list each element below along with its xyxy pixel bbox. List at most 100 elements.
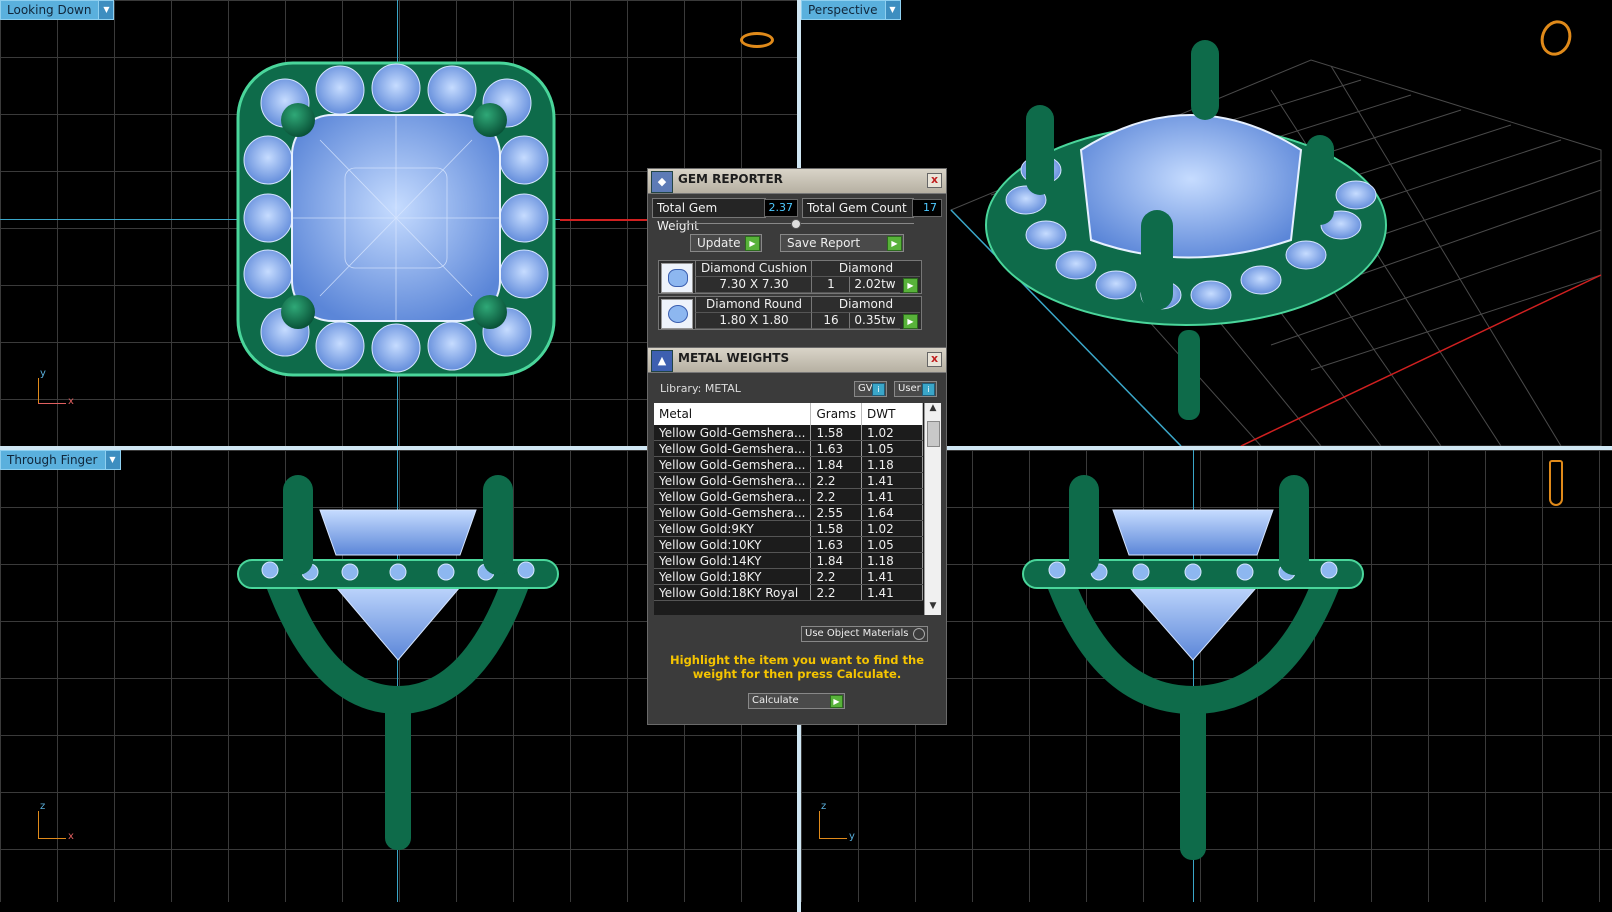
cell-metal: Yellow Gold:18KY — [654, 568, 812, 585]
update-button[interactable]: Update ▶ — [690, 234, 762, 252]
cell-dwt: 1.41 — [861, 488, 923, 505]
cell-grams: 2.55 — [810, 504, 862, 521]
cell-grams: 2.2 — [810, 584, 862, 601]
chevron-down-icon[interactable]: ▼ — [104, 451, 120, 469]
axis-indicator-bottom-left: z x — [34, 801, 84, 845]
play-icon: ▶ — [887, 236, 902, 251]
total-gem-count-label: Total Gem Count — [802, 198, 914, 218]
metal-table-scrollbar[interactable]: ▲ ▼ — [924, 403, 941, 615]
table-row[interactable]: Yellow Gold:18KY 2.2 1.41 — [654, 568, 923, 585]
calculate-label: Calculate — [752, 695, 799, 706]
gem-select-button[interactable]: ▶ — [903, 278, 918, 293]
cell-dwt: 1.18 — [861, 552, 923, 569]
table-row[interactable]: Yellow Gold-Gemshera... 2.2 1.41 — [654, 472, 923, 489]
ring-side-view-icon[interactable] — [1549, 460, 1563, 506]
close-icon[interactable]: x — [927, 173, 942, 188]
cell-dwt: 1.41 — [861, 584, 923, 601]
gv-button[interactable]: GV i — [854, 381, 887, 397]
cell-metal: Yellow Gold:9KY — [654, 520, 812, 537]
cell-grams: 2.2 — [810, 488, 862, 505]
ring-top-view-icon[interactable] — [740, 32, 774, 48]
cell-dwt: 1.64 — [861, 504, 923, 521]
table-row[interactable]: Yellow Gold-Gemshera... 1.58 1.02 — [654, 425, 923, 441]
cell-dwt: 1.02 — [861, 520, 923, 537]
user-button[interactable]: User i — [894, 381, 937, 397]
cell-metal: Yellow Gold:14KY — [654, 552, 812, 569]
table-row[interactable]: Yellow Gold:18KY Royal 2.2 1.41 — [654, 584, 923, 601]
cell-grams: 1.58 — [810, 520, 862, 537]
axis-indicator-top-left: y x — [34, 368, 84, 412]
round-gem-icon — [661, 299, 693, 329]
axis-x-label: x — [68, 396, 74, 407]
cell-dwt: 1.18 — [861, 456, 923, 473]
column-header-metal[interactable]: Metal — [654, 403, 812, 425]
gem-reporter-titlebar[interactable]: ◆ GEM REPORTER x — [648, 169, 946, 194]
cushion-gem-icon — [661, 263, 693, 293]
gem-name: Diamond Round — [695, 297, 812, 313]
gv-label: GV — [858, 383, 873, 394]
scroll-up-icon[interactable]: ▲ — [925, 403, 941, 417]
scroll-down-icon[interactable]: ▼ — [925, 601, 941, 615]
cell-metal: Yellow Gold-Gemshera... — [654, 425, 812, 441]
cell-grams: 1.84 — [810, 456, 862, 473]
cell-dwt: 1.02 — [861, 425, 923, 441]
viewport-view-dropdown[interactable]: Perspective ▼ — [801, 0, 901, 20]
gem-select-button[interactable]: ▶ — [903, 314, 918, 329]
gem-reporter-panel[interactable]: ◆ GEM REPORTER x Total Gem Weight 2.37 T… — [647, 168, 947, 348]
table-header-row: Metal Grams DWT — [654, 403, 923, 425]
cell-grams: 1.84 — [810, 552, 862, 569]
save-report-button[interactable]: Save Report ▶ — [780, 234, 904, 252]
column-header-grams[interactable]: Grams — [810, 403, 862, 425]
cell-grams: 1.63 — [810, 440, 862, 457]
info-icon: i — [872, 383, 885, 396]
metal-weights-titlebar[interactable]: ▲ METAL WEIGHTS x — [648, 348, 946, 373]
viewport-label: Through Finger — [7, 453, 98, 467]
table-row[interactable]: Yellow Gold-Gemshera... 2.55 1.64 — [654, 504, 923, 521]
metal-table-container[interactable]: Metal Grams DWT Yellow Gold-Gemshera... 1… — [654, 403, 930, 615]
gem-count: 1 — [811, 277, 850, 293]
info-icon: i — [922, 383, 935, 396]
chevron-down-icon[interactable]: ▼ — [884, 1, 900, 19]
gem-reporter-icon: ◆ — [651, 171, 673, 193]
cell-metal: Yellow Gold-Gemshera... — [654, 440, 812, 457]
column-header-dwt[interactable]: DWT — [861, 403, 923, 425]
update-label: Update — [697, 236, 741, 250]
cell-metal: Yellow Gold-Gemshera... — [654, 504, 812, 521]
gem-row[interactable]: Diamond Round Diamond 1.80 X 1.80 16 0.3… — [658, 296, 922, 330]
cell-metal: Yellow Gold-Gemshera... — [654, 456, 812, 473]
gem-size: 1.80 X 1.80 — [695, 313, 812, 329]
viewport-view-dropdown[interactable]: Looking Down ▼ — [0, 0, 115, 20]
table-row[interactable]: Yellow Gold-Gemshera... 2.2 1.41 — [654, 488, 923, 505]
cell-metal: Yellow Gold-Gemshera... — [654, 488, 812, 505]
cell-dwt: 1.05 — [861, 440, 923, 457]
table-row[interactable]: Yellow Gold:14KY 1.84 1.18 — [654, 552, 923, 569]
gem-reporter-title: GEM REPORTER — [678, 172, 783, 186]
cell-dwt: 1.05 — [861, 536, 923, 553]
axis-y-label: y — [849, 831, 855, 842]
viewport-view-dropdown[interactable]: Through Finger ▼ — [0, 450, 121, 470]
table-row[interactable]: Yellow Gold-Gemshera... 1.84 1.18 — [654, 456, 923, 473]
cell-metal: Yellow Gold:18KY Royal — [654, 584, 812, 601]
close-icon[interactable]: x — [927, 352, 942, 367]
use-object-materials-toggle[interactable]: Use Object Materials — [801, 626, 928, 642]
table-row[interactable]: Yellow Gold:9KY 1.58 1.02 — [654, 520, 923, 537]
axis-z-label: z — [821, 801, 827, 812]
table-row[interactable]: Yellow Gold-Gemshera... 1.63 1.05 — [654, 440, 923, 457]
gem-weight: 0.35tw — [849, 313, 900, 329]
scroll-thumb[interactable] — [927, 421, 940, 447]
chevron-down-icon[interactable]: ▼ — [98, 1, 114, 19]
gem-row[interactable]: Diamond Cushion Diamond 7.30 X 7.30 1 2.… — [658, 260, 922, 294]
table-row[interactable]: Yellow Gold:10KY 1.63 1.05 — [654, 536, 923, 553]
cell-dwt: 1.41 — [861, 568, 923, 585]
cell-grams: 2.2 — [810, 472, 862, 489]
cell-metal: Yellow Gold:10KY — [654, 536, 812, 553]
total-gem-count-value: 17 — [912, 199, 942, 217]
user-label: User — [898, 383, 921, 394]
metal-table: Metal Grams DWT Yellow Gold-Gemshera... 1… — [654, 403, 923, 601]
axis-indicator-bottom-right: z y — [815, 801, 865, 845]
metal-weights-panel[interactable]: ▲ METAL WEIGHTS x Library: METAL GV i Us… — [647, 347, 947, 725]
gem-size: 7.30 X 7.30 — [695, 277, 812, 293]
calculate-button[interactable]: Calculate ▶ — [748, 693, 845, 709]
splitter-knob[interactable] — [791, 219, 801, 229]
total-gem-weight-label: Total Gem Weight — [652, 198, 766, 233]
